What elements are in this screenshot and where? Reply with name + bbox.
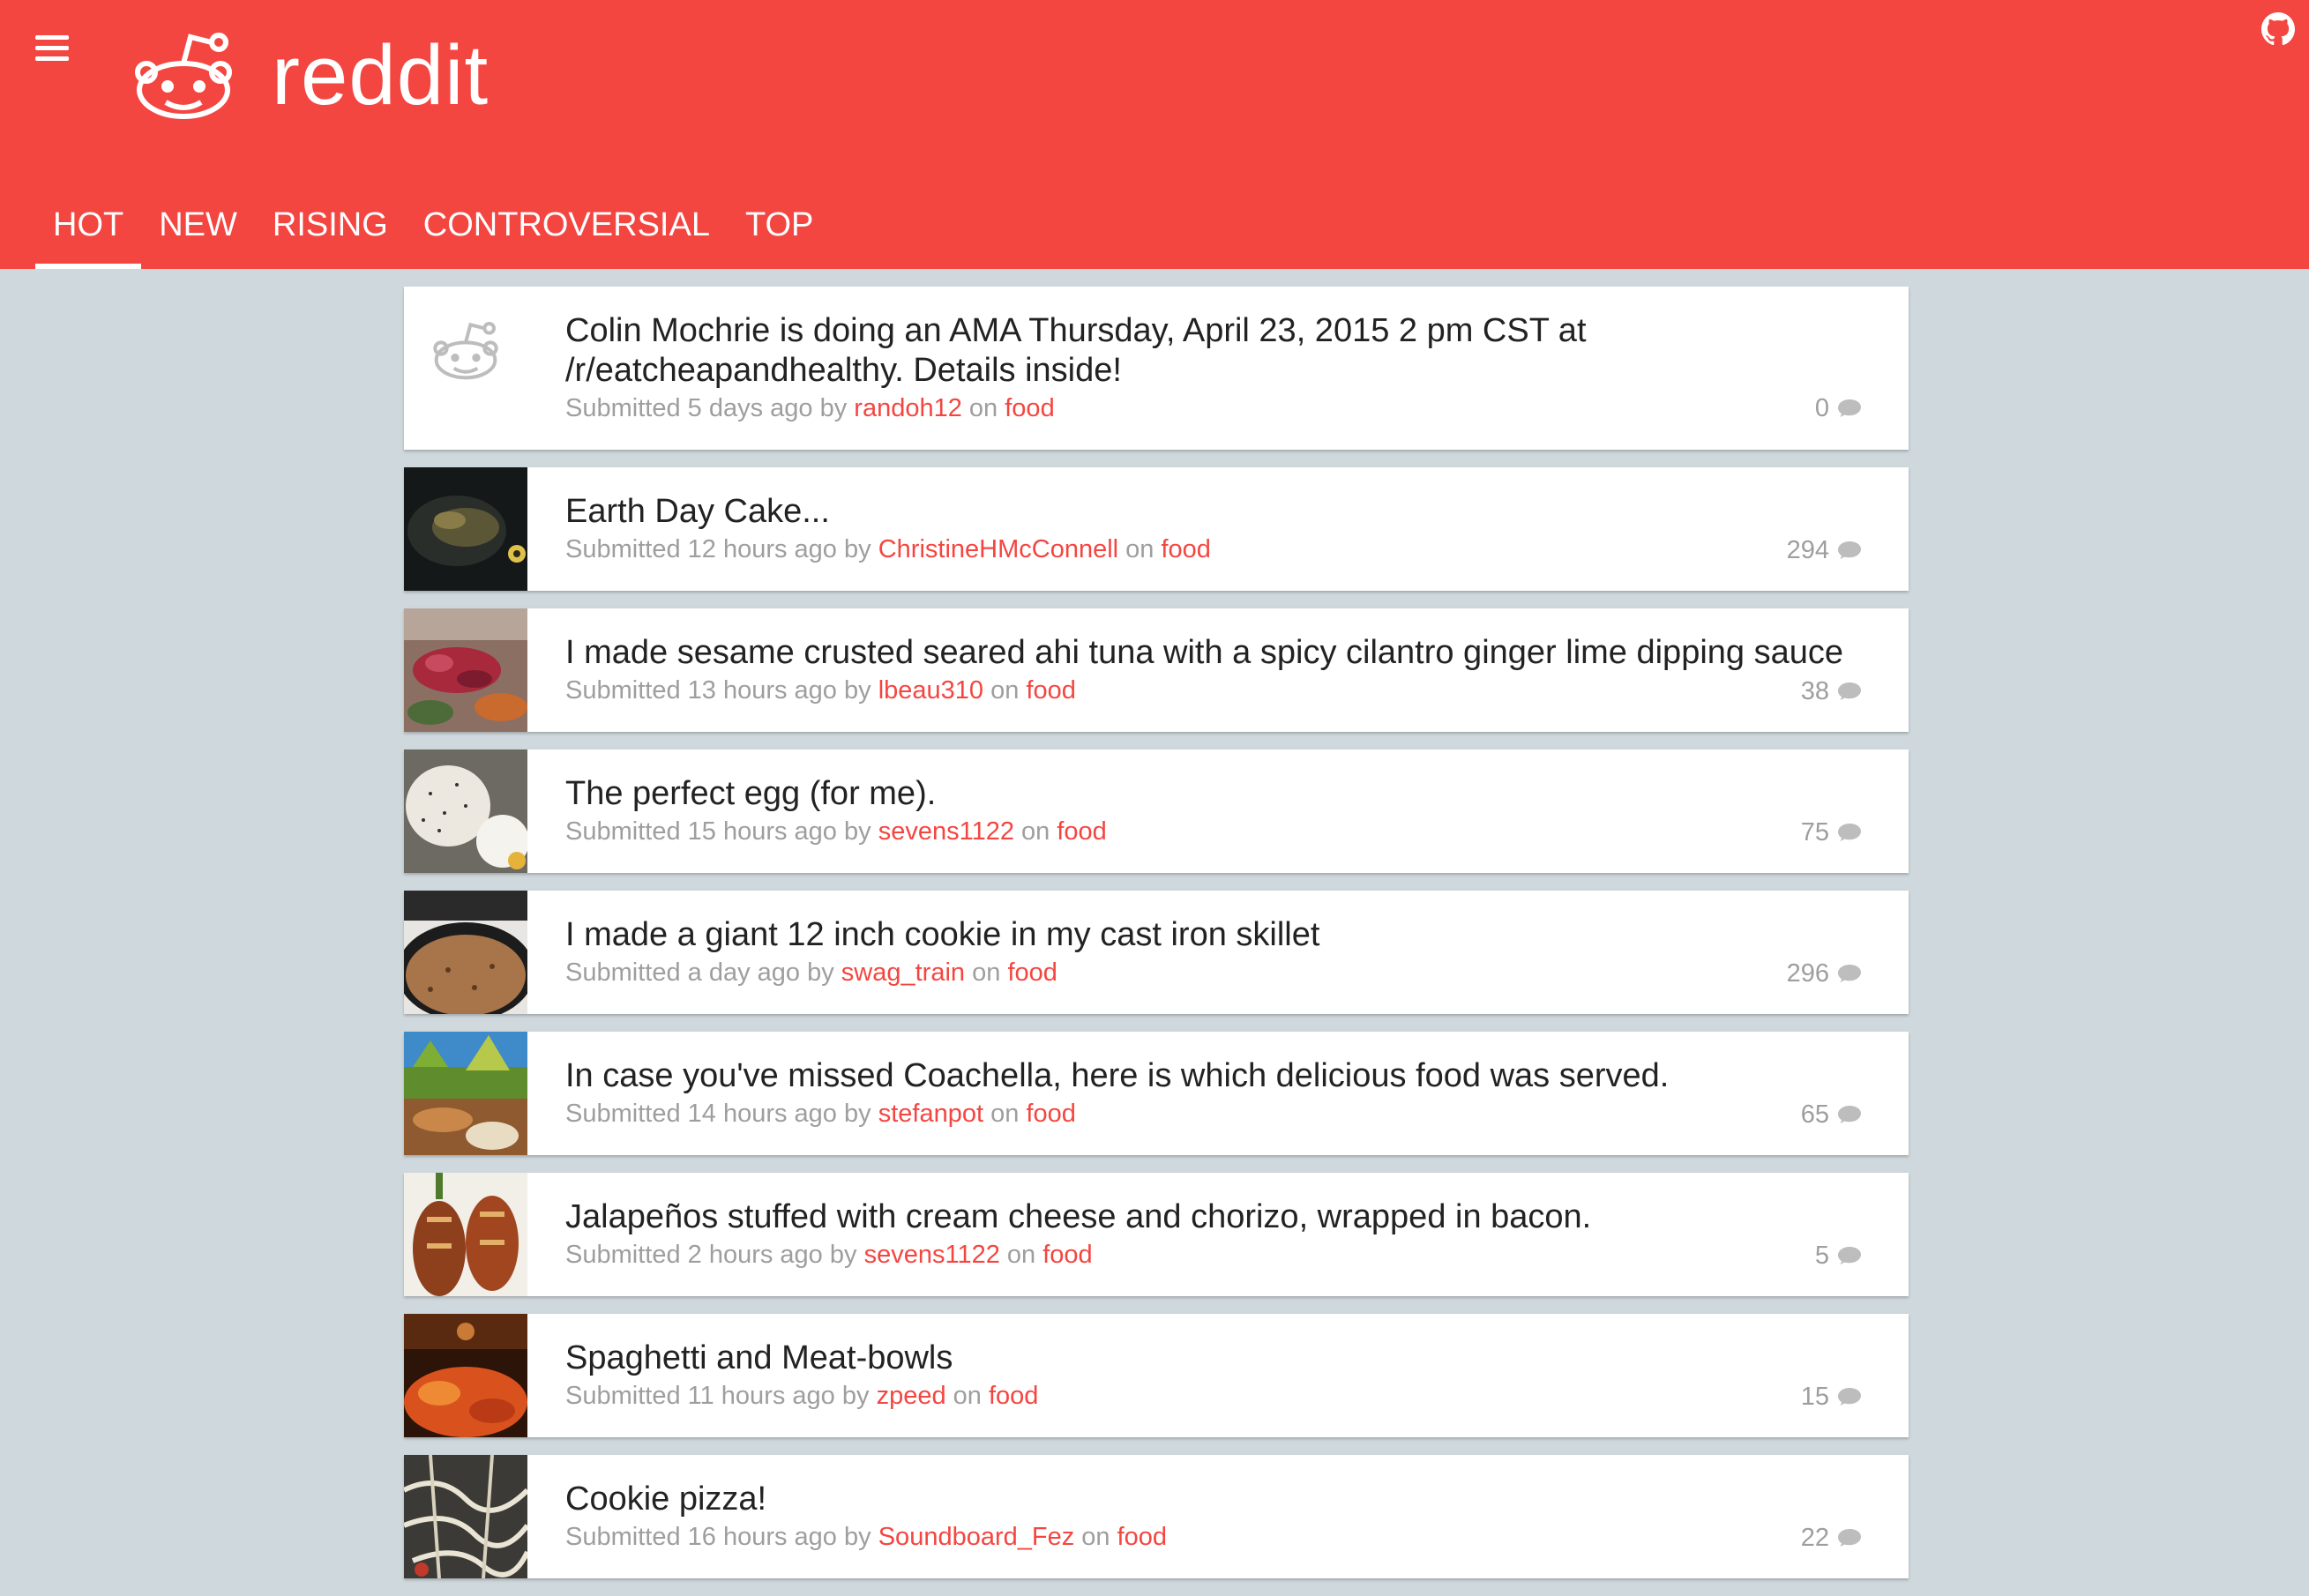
github-icon[interactable] bbox=[2261, 12, 2295, 46]
comment-bubble-icon bbox=[1838, 541, 1861, 559]
comment-count: 296 bbox=[1786, 959, 1829, 988]
post-subreddit-link[interactable]: food bbox=[1005, 394, 1054, 422]
post-card[interactable]: Colin Mochrie is doing an AMA Thursday, … bbox=[404, 287, 1909, 450]
post-card[interactable]: Jalapeños stuffed with cream cheese and … bbox=[404, 1173, 1909, 1296]
post-thumbnail[interactable] bbox=[404, 1455, 527, 1578]
post-thumbnail[interactable] bbox=[404, 1032, 527, 1155]
post-card[interactable]: Earth Day Cake... Submitted 12 hours ago… bbox=[404, 467, 1909, 591]
comment-count: 294 bbox=[1786, 536, 1829, 564]
post-subreddit-link[interactable]: food bbox=[1057, 817, 1106, 846]
post-author-link[interactable]: ChristineHMcConnell bbox=[878, 535, 1118, 563]
post-meta: Submitted 12 hours ago by ChristineHMcCo… bbox=[565, 535, 1211, 563]
post-thumbnail[interactable] bbox=[404, 1173, 527, 1296]
comment-bubble-icon bbox=[1838, 1529, 1861, 1547]
reddit-alien-icon bbox=[433, 322, 498, 380]
comments-link[interactable]: 38 bbox=[1801, 675, 1863, 707]
app-header: reddit HOT NEW RISING CONTROVERSIAL TOP bbox=[0, 0, 2309, 269]
comment-count: 75 bbox=[1800, 818, 1829, 846]
tab-rising[interactable]: RISING bbox=[255, 168, 406, 269]
post-author-link[interactable]: Soundboard_Fez bbox=[878, 1523, 1075, 1551]
comments-link[interactable]: 22 bbox=[1801, 1522, 1863, 1554]
comments-link[interactable]: 5 bbox=[1815, 1240, 1863, 1272]
comment-count: 0 bbox=[1814, 394, 1829, 422]
post-meta: Submitted a day ago by swag_train on foo… bbox=[565, 958, 1057, 987]
post-meta: Submitted 11 hours ago by zpeed on food bbox=[565, 1382, 1039, 1410]
post-thumbnail[interactable] bbox=[404, 467, 527, 591]
tab-top[interactable]: TOP bbox=[728, 168, 831, 269]
tab-hot[interactable]: HOT bbox=[35, 168, 142, 269]
comments-link[interactable]: 65 bbox=[1801, 1099, 1863, 1130]
post-subreddit-link[interactable]: food bbox=[1007, 958, 1057, 987]
post-card[interactable]: I made sesame crusted seared ahi tuna wi… bbox=[404, 608, 1909, 732]
post-title[interactable]: Colin Mochrie is doing an AMA Thursday, … bbox=[565, 311, 1856, 391]
comment-count: 38 bbox=[1800, 677, 1829, 705]
comment-bubble-icon bbox=[1838, 1388, 1861, 1406]
post-meta: Submitted 5 days ago by randoh12 on food bbox=[565, 394, 1055, 422]
post-title[interactable]: Earth Day Cake... bbox=[565, 492, 1856, 532]
post-author-link[interactable]: swag_train bbox=[841, 958, 965, 987]
post-card[interactable]: In case you've missed Coachella, here is… bbox=[404, 1032, 1909, 1155]
post-thumbnail[interactable] bbox=[404, 1314, 527, 1437]
comment-bubble-icon bbox=[1838, 824, 1861, 841]
post-meta: Submitted 2 hours ago by sevens1122 on f… bbox=[565, 1241, 1093, 1269]
post-author-link[interactable]: sevens1122 bbox=[864, 1241, 1000, 1269]
post-meta: Submitted 16 hours ago by Soundboard_Fez… bbox=[565, 1523, 1168, 1551]
post-title[interactable]: In case you've missed Coachella, here is… bbox=[565, 1056, 1856, 1096]
post-subreddit-link[interactable]: food bbox=[1117, 1523, 1167, 1551]
tab-new[interactable]: NEW bbox=[141, 168, 255, 269]
comments-link[interactable]: 15 bbox=[1801, 1381, 1863, 1413]
post-feed: Colin Mochrie is doing an AMA Thursday, … bbox=[404, 287, 1909, 1596]
post-thumbnail[interactable] bbox=[404, 891, 527, 1014]
post-meta: Submitted 13 hours ago by lbeau310 on fo… bbox=[565, 676, 1076, 705]
post-author-link[interactable]: stefanpot bbox=[878, 1100, 983, 1128]
post-author-link[interactable]: lbeau310 bbox=[878, 676, 983, 705]
post-meta: Submitted 14 hours ago by stefanpot on f… bbox=[565, 1100, 1076, 1128]
comment-bubble-icon bbox=[1838, 399, 1861, 417]
post-title[interactable]: I made a giant 12 inch cookie in my cast… bbox=[565, 915, 1856, 955]
comment-bubble-icon bbox=[1838, 1247, 1861, 1264]
comment-bubble-icon bbox=[1838, 965, 1861, 982]
post-card[interactable]: Cookie pizza! Submitted 16 hours ago by … bbox=[404, 1455, 1909, 1578]
post-title[interactable]: Spaghetti and Meat-bowls bbox=[565, 1339, 1856, 1378]
tab-controversial[interactable]: CONTROVERSIAL bbox=[406, 168, 728, 269]
post-subreddit-link[interactable]: food bbox=[989, 1382, 1038, 1410]
comments-link[interactable]: 75 bbox=[1801, 817, 1863, 848]
post-card[interactable]: I made a giant 12 inch cookie in my cast… bbox=[404, 891, 1909, 1014]
post-title[interactable]: Cookie pizza! bbox=[565, 1480, 1856, 1519]
comments-link[interactable]: 0 bbox=[1815, 392, 1863, 424]
post-author-link[interactable]: sevens1122 bbox=[878, 817, 1014, 846]
comment-count: 15 bbox=[1800, 1383, 1829, 1411]
post-card[interactable]: The perfect egg (for me). Submitted 15 h… bbox=[404, 750, 1909, 873]
post-card[interactable]: Spaghetti and Meat-bowls Submitted 11 ho… bbox=[404, 1314, 1909, 1437]
comment-count: 22 bbox=[1800, 1524, 1829, 1552]
post-subreddit-link[interactable]: food bbox=[1042, 1241, 1092, 1269]
post-thumbnail[interactable] bbox=[404, 608, 527, 732]
post-title[interactable]: The perfect egg (for me). bbox=[565, 774, 1856, 814]
brand-wordmark[interactable]: reddit bbox=[272, 23, 489, 129]
comments-link[interactable]: 296 bbox=[1787, 958, 1863, 989]
hamburger-menu-icon[interactable] bbox=[35, 35, 69, 62]
post-title[interactable]: I made sesame crusted seared ahi tuna wi… bbox=[565, 633, 1856, 673]
post-subreddit-link[interactable]: food bbox=[1026, 1100, 1075, 1128]
post-title[interactable]: Jalapeños stuffed with cream cheese and … bbox=[565, 1197, 1856, 1237]
comment-bubble-icon bbox=[1838, 1106, 1861, 1123]
comments-link[interactable]: 294 bbox=[1787, 534, 1863, 566]
reddit-alien-icon[interactable] bbox=[131, 26, 236, 123]
post-author-link[interactable]: randoh12 bbox=[854, 394, 962, 422]
post-meta: Submitted 15 hours ago by sevens1122 on … bbox=[565, 817, 1107, 846]
post-thumbnail[interactable] bbox=[404, 750, 527, 873]
comment-count: 5 bbox=[1814, 1242, 1829, 1270]
comment-count: 65 bbox=[1800, 1100, 1829, 1129]
post-subreddit-link[interactable]: food bbox=[1161, 535, 1210, 563]
post-author-link[interactable]: zpeed bbox=[877, 1382, 946, 1410]
sort-tabs: HOT NEW RISING CONTROVERSIAL TOP bbox=[35, 168, 831, 269]
comment-bubble-icon bbox=[1838, 682, 1861, 700]
post-subreddit-link[interactable]: food bbox=[1026, 676, 1075, 705]
